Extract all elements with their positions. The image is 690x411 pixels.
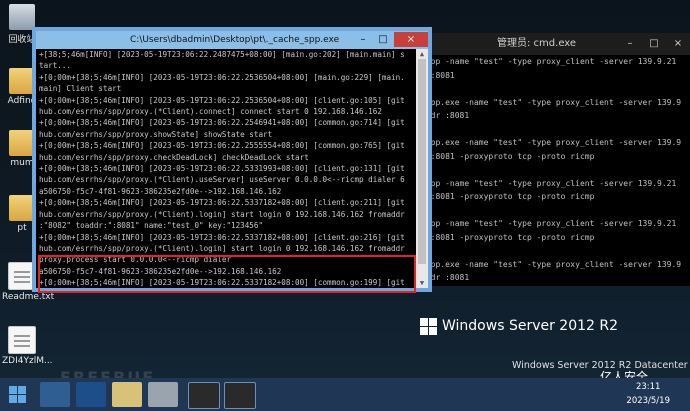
console-line: +[0;00m+[38;5;46m[INFO] [2023-05-19T23:0… — [39, 95, 405, 105]
taskbar: 23:11 2023/5/19 — [0, 378, 690, 411]
console-line: hub.com/esrrhs/spp/proxy.(*Client).login… — [39, 209, 405, 219]
cmd-line: r :8081 -proxyproto tcp -proto ricmp — [421, 192, 595, 201]
minimize-icon[interactable]: – — [620, 33, 640, 55]
cmd-line: r :8081 — [421, 70, 455, 80]
cmd-line: addr :8081 — [421, 273, 470, 281]
desktop: 回收站 Adfind mum pt Readme.txt ZDI4YzlM...… — [0, 0, 690, 387]
console-window[interactable]: C:\Users\dbadmin\Desktop\pt\._cache_spp.… — [32, 27, 432, 293]
console-line: hub.com/esrrhs/spp/proxy.(*Client).conne… — [39, 107, 382, 117]
cmd-line — [421, 123, 690, 137]
cmd-line — [421, 163, 690, 177]
cmd-output[interactable]: >spp -name "test" -type proxy_client -se… — [417, 55, 690, 281]
console-line: proxy.process start 0.0.0.0<--ricmp dial… — [39, 255, 232, 265]
clock-date: 2023/5/19 — [626, 396, 670, 406]
console-line: +[0;00m+[38;5;46m[INFO] [2023-05-19T23:0… — [39, 232, 405, 242]
console-line: hub.com/esrrhs/spp/proxy.showState] show… — [39, 129, 273, 139]
console-line: +[0;00m+[38;5;46m[INFO] [2023-05-19T23:0… — [39, 118, 405, 128]
cmd-line: >spp -name "test" -type proxy_client -se… — [421, 57, 677, 66]
close-icon[interactable]: × — [394, 32, 428, 47]
cmd-line — [421, 204, 690, 218]
cmd-window[interactable]: 管理员: cmd.exe – □ × >spp -name "test" -ty… — [417, 33, 690, 286]
zdi-file-icon[interactable]: ZDI4YzlM... — [2, 326, 53, 366]
text-file-glyph — [8, 326, 36, 354]
icon-label: Readme.txt — [2, 292, 55, 302]
console-line: +[0;00m+[38;5;46m[INFO] [2023-05-19T23:0… — [39, 72, 405, 82]
close-icon[interactable]: × — [668, 33, 688, 55]
cmd-taskbar-icon[interactable] — [224, 382, 256, 409]
cmd-line — [421, 82, 690, 96]
cmd-line: >spp.exe -name "test" -type proxy_client… — [421, 259, 682, 269]
minimize-icon[interactable]: – — [354, 32, 372, 47]
icon-label: ZDI4YzlM... — [2, 356, 53, 366]
explorer-icon[interactable] — [112, 382, 142, 407]
console-titlebar[interactable]: C:\Users\dbadmin\Desktop\pt\._cache_spp.… — [36, 31, 428, 49]
cmd-line: >spp -name "test" -type proxy_client -se… — [421, 219, 677, 228]
server-manager-icon[interactable] — [40, 382, 70, 407]
console-line: +[38;5;46m[INFO] [2023-05-19T23:06:22.24… — [39, 50, 405, 59]
product-name: Windows Server 2012 R2 — [442, 318, 619, 334]
console-line: :"8082" toaddr:":8081" name:"test_0" key… — [39, 221, 264, 231]
console-line: +[0;00m+[38;5;46m[INFO] [2023-05-19T23:0… — [39, 164, 405, 174]
scroll-down-icon[interactable]: ▼ — [416, 278, 428, 288]
console-line: main] Client start — [39, 84, 122, 94]
console-line: hub.com/esrrhs/spp/proxy.(*Client).login… — [39, 243, 405, 253]
tools-icon[interactable] — [148, 382, 178, 407]
cmd-line: r :8081 -proxyproto tcp -proto ricmp — [421, 232, 595, 242]
maximize-icon[interactable]: □ — [644, 33, 664, 55]
cmd-line: :8081 -proxyproto tcp -proto ricmp — [421, 151, 595, 161]
maximize-icon[interactable]: □ — [374, 32, 392, 47]
start-button[interactable] — [2, 382, 32, 407]
console-line: tart... — [39, 61, 72, 71]
console-line: hub.com/esrrhs/spp/proxy.(*Client).useSe… — [39, 175, 405, 185]
console-line: +[0;00m+[38;5;46m[INFO] [2023-05-19T23:0… — [39, 198, 405, 208]
cmd-line: >spp.exe -name "test" -type proxy_client… — [421, 138, 682, 147]
scroll-thumb[interactable] — [418, 59, 426, 264]
console-taskbar-icon[interactable] — [188, 382, 220, 409]
cmd-title: 管理员: cmd.exe — [497, 38, 577, 49]
clock-time: 23:11 — [635, 382, 661, 392]
console-line: a506750-f5c7-4f81-9623-386235e2fd0e-->19… — [39, 186, 282, 196]
powershell-icon[interactable] — [76, 382, 106, 407]
cmd-line: addr :8081 — [421, 111, 470, 120]
console-output[interactable]: +[38;5;46m[INFO] [2023-05-19T23:06:22.24… — [36, 49, 417, 288]
cmd-line: >spp.exe -name "test" -type proxy_client… — [421, 97, 682, 107]
cmd-line: >spp -name "test" -type proxy_client -se… — [421, 178, 677, 188]
cmd-line — [421, 244, 690, 258]
cmd-titlebar[interactable]: 管理员: cmd.exe – □ × — [417, 33, 690, 55]
console-line: +[0;00m+[38;5;46m[INFO] [2023-05-19T23:0… — [39, 278, 405, 288]
console-title: C:\Users\dbadmin\Desktop\pt\._cache_spp.… — [130, 35, 340, 45]
console-line: a506750-f5c7-4f81-9623-386235e2fd0e-->19… — [39, 266, 282, 276]
console-line: +[0;00m+[38;5;46m[INFO] [2023-05-19T23:0… — [39, 141, 405, 151]
console-line: hub.com/esrrhs/spp/proxy.checkDeadLock] … — [39, 152, 309, 162]
scroll-up-icon[interactable]: ▲ — [416, 49, 428, 59]
clock[interactable]: 23:11 2023/5/19 — [626, 380, 670, 408]
console-scrollbar[interactable]: ▲ ▼ — [416, 49, 428, 288]
windows-logo-icon — [420, 318, 437, 335]
